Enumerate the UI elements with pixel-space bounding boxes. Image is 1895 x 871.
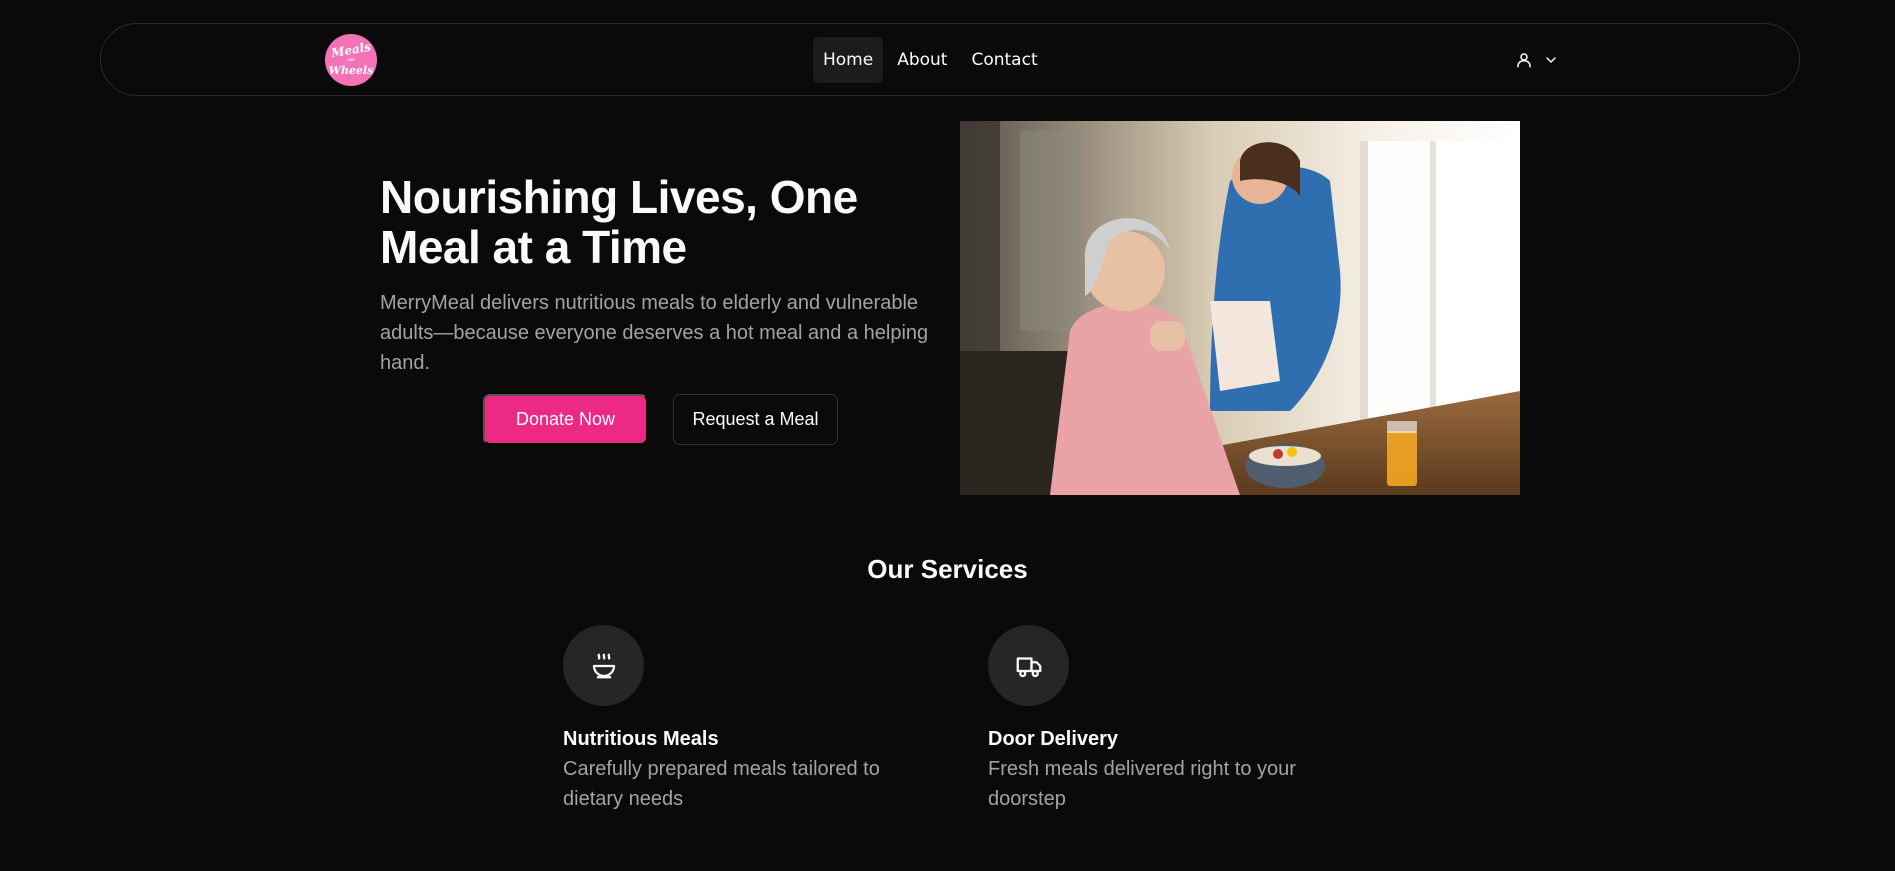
nav-link-contact[interactable]: Contact (961, 37, 1047, 83)
truck-icon (988, 625, 1069, 706)
nav-link-home[interactable]: Home (813, 37, 884, 83)
logo-text-line1: Meals (330, 39, 372, 61)
hero-subtitle: MerryMeal delivers nutritious meals to e… (380, 292, 929, 374)
service-description: Carefully prepared meals tailored to die… (563, 758, 880, 810)
hero-title: Nourishing Lives, One Meal at a Time (380, 171, 858, 273)
nav-menu: Home About Contact (813, 37, 1048, 83)
service-card-door-delivery: Door Delivery Fresh meals delivered righ… (988, 625, 1348, 814)
services-title: Our Services (867, 554, 1028, 584)
user-icon (1515, 51, 1533, 69)
service-title: Nutritious Meals (563, 728, 719, 750)
logo-text-line3: Wheels (328, 64, 374, 77)
user-menu-button[interactable] (1515, 46, 1559, 74)
hero-image (960, 121, 1520, 495)
logo-text-line2: on (347, 57, 355, 63)
chevron-down-icon (1543, 52, 1559, 68)
logo[interactable]: Meals on Wheels (325, 34, 377, 86)
service-card-nutritious-meals: Nutritious Meals Carefully prepared meal… (563, 625, 923, 814)
soup-bowl-icon (563, 625, 644, 706)
request-meal-button[interactable]: Request a Meal (673, 394, 838, 445)
service-description: Fresh meals delivered right to your door… (988, 758, 1296, 810)
donate-now-button[interactable]: Donate Now (483, 394, 648, 445)
service-title: Door Delivery (988, 728, 1119, 750)
navbar: Meals on Wheels Home About Contact (100, 23, 1800, 96)
nav-link-about[interactable]: About (887, 37, 957, 83)
